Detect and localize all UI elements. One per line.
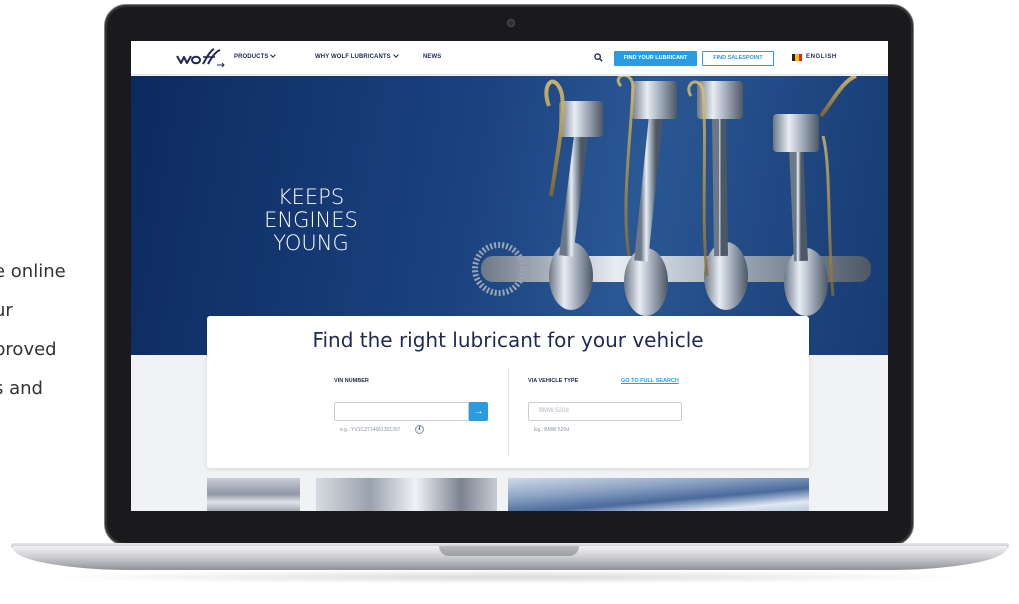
side-copy-line: proved	[0, 339, 57, 360]
feature-image-tile[interactable]	[207, 478, 300, 511]
vin-label: VIN NUMBER	[334, 378, 369, 384]
search-divider	[508, 368, 509, 456]
search-card-title: Find the right lubricant for your vehicl…	[312, 328, 704, 352]
vin-submit-button[interactable]: →	[469, 402, 488, 421]
arrow-right-icon: →	[473, 406, 484, 417]
vehicle-hint: Eg.: BMW 520d	[534, 427, 570, 433]
language-selector[interactable]: ENGLISH	[806, 54, 837, 60]
chevron-down-icon	[392, 52, 399, 58]
vin-hint: e.g.: YV1CZ714661301357	[340, 427, 401, 433]
nav-news[interactable]: NEWS	[423, 54, 441, 60]
side-copy: e online ur proved s and	[0, 252, 110, 408]
find-salespoint-button[interactable]: FIND SALESPOINT	[702, 51, 774, 66]
hero-title-line: YOUNG	[273, 231, 349, 255]
stage: e online ur proved s and PRODUCTS WHY WO…	[0, 0, 1019, 604]
vehicle-type-input[interactable]: BMW 520d	[528, 402, 682, 421]
nav-why-wolf[interactable]: WHY WOLF LUBRICANTS	[315, 52, 399, 60]
laptop-screen: PRODUCTS WHY WOLF LUBRICANTS NEWS FIND Y…	[131, 41, 888, 511]
info-icon[interactable]: i	[415, 425, 424, 434]
find-lubricant-button[interactable]: FIND YOUR LUBRICANT	[614, 51, 697, 66]
lubricant-search-card: Find the right lubricant for your vehicl…	[207, 316, 809, 468]
side-copy-line: s and	[0, 378, 43, 399]
search-icon[interactable]	[594, 53, 603, 62]
side-copy-line: ur	[0, 300, 13, 321]
laptop-shadow	[40, 570, 980, 584]
wolf-logo[interactable]	[175, 47, 227, 69]
nav-products-label: PRODUCTS	[234, 54, 269, 60]
hero-banner: KEEPS ENGINES YOUNG	[131, 76, 888, 355]
feature-image-tile[interactable]	[316, 478, 497, 511]
laptop-notch	[439, 546, 579, 556]
hero-title-line: KEEPS ENGINES	[264, 185, 358, 232]
side-copy-line: e online	[0, 261, 66, 282]
nav-news-label: NEWS	[423, 54, 442, 60]
belgium-flag-icon[interactable]	[792, 54, 802, 61]
hero-title: KEEPS ENGINES YOUNG	[231, 186, 391, 255]
vehicle-type-label: VIA VEHICLE TYPE	[528, 378, 579, 384]
feature-image-tile[interactable]	[508, 478, 809, 511]
engine-pistons-image	[472, 76, 871, 316]
nav-products[interactable]: PRODUCTS	[234, 52, 277, 60]
full-search-link[interactable]: GO TO FULL SEARCH	[621, 378, 679, 384]
camera-icon	[507, 19, 515, 27]
vin-input[interactable]	[334, 402, 469, 421]
chevron-down-icon	[270, 52, 277, 58]
nav-why-wolf-label: WHY WOLF LUBRICANTS	[315, 54, 391, 60]
top-nav: PRODUCTS WHY WOLF LUBRICANTS NEWS FIND Y…	[131, 41, 888, 75]
wolf-logo-icon	[176, 48, 225, 68]
